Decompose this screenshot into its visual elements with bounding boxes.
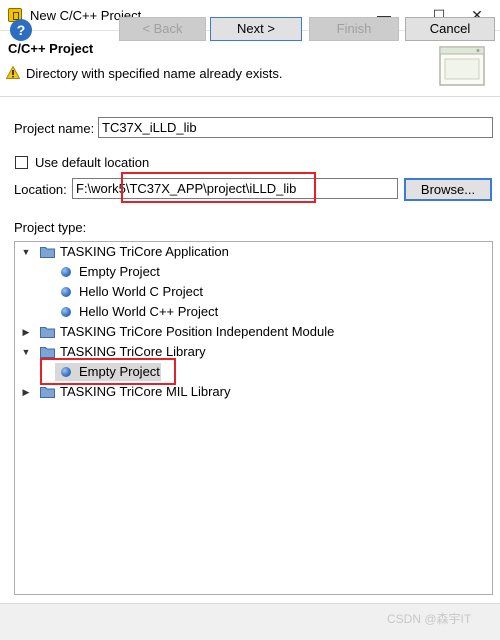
location-label: Location: [14,182,67,197]
template-icon [61,367,71,377]
project-name-field[interactable]: TC37X_iLLD_lib [98,117,493,138]
tree-item-label: Empty Project [79,364,160,379]
tree-item-label: Empty Project [79,264,160,279]
folder-icon [40,327,55,338]
tree-item-label: Hello World C++ Project [79,304,219,319]
tree-item-tasking-tricore-application[interactable]: ▼ TASKING TriCore Application [19,242,489,262]
chevron-down-icon[interactable]: ▼ [21,342,31,362]
use-default-location-label: Use default location [35,155,150,170]
tree-item-hello-world-cpp[interactable]: Hello World C++ Project [19,302,489,322]
status-message: Directory with specified name already ex… [26,66,283,81]
project-name-label: Project name: [14,121,95,136]
template-icon [61,267,71,277]
tree-item-tasking-tricore-library[interactable]: ▼ TASKING TriCore Library [19,342,489,362]
back-button[interactable]: < Back [119,17,206,41]
tree-item-label: TASKING TriCore Application [60,244,229,259]
cancel-button[interactable]: Cancel [405,17,495,41]
wizard-banner-icon [439,46,485,86]
page-title: C/C++ Project [8,41,94,56]
tree-item-hello-world-c[interactable]: Hello World C Project [19,282,489,302]
chevron-right-icon[interactable]: ▶ [21,382,31,402]
browse-button[interactable]: Browse... [404,178,492,201]
tree-item-label: Hello World C Project [79,284,204,299]
tree-item-label: TASKING TriCore MIL Library [60,384,231,399]
chevron-down-icon[interactable]: ▼ [21,242,31,262]
template-icon [61,287,71,297]
tree-item-library-empty-project[interactable]: Empty Project [19,362,489,382]
help-icon[interactable]: ? [10,19,32,41]
project-type-tree[interactable]: ▼ TASKING TriCore Application Empty Proj… [14,241,493,595]
tree-item-label: TASKING TriCore Library [60,344,206,359]
tree-item-tasking-tricore-mil-library[interactable]: ▶ TASKING TriCore MIL Library [19,382,489,402]
project-type-label: Project type: [14,220,87,235]
location-field[interactable]: F:\work5\TC37X_APP\project\iLLD_lib [72,178,398,199]
tree-item-label: TASKING TriCore Position Independent Mod… [60,324,335,339]
folder-icon [40,387,55,398]
watermark: CSDN @森宇IT [387,612,472,626]
next-button[interactable]: Next > [210,17,302,41]
tree-item-position-independent-module[interactable]: ▶ TASKING TriCore Position Independent M… [19,322,489,342]
template-icon [61,307,71,317]
chevron-right-icon[interactable]: ▶ [21,322,31,342]
warning-icon [6,66,20,79]
use-default-location-checkbox[interactable] [15,156,28,169]
finish-button[interactable]: Finish [309,17,399,41]
tree-item-empty-project[interactable]: Empty Project [19,262,489,282]
folder-icon [40,347,55,358]
folder-icon [40,247,55,258]
